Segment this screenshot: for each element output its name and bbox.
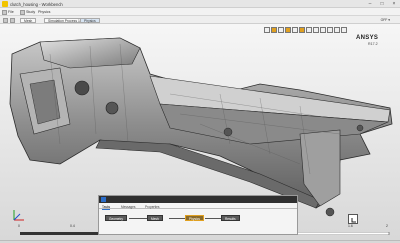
back-icon[interactable] — [3, 17, 8, 23]
flow-connector — [205, 218, 221, 219]
menu-item-study[interactable]: Study — [26, 10, 35, 15]
toolbar-dropdown[interactable]: OFF ▾ — [381, 18, 390, 23]
scale-label: 0 — [18, 224, 20, 228]
panel-header — [99, 196, 297, 203]
breadcrumb-physics[interactable]: Physics — [80, 17, 100, 23]
breadcrumb: Mesh Simulation Process 1 Physics OFF ▾ — [0, 16, 400, 24]
tab-messages[interactable]: Messages — [121, 205, 136, 209]
flow-step-geometry[interactable]: Geometry — [105, 215, 127, 221]
title-bar: clutch_housing - Workbench – □ × — [0, 0, 400, 8]
flow-step-mesh[interactable]: Mesh — [147, 215, 163, 221]
scale-label: 0.4 — [70, 224, 75, 228]
panel-tabs: Tasks Messages Properties — [99, 204, 297, 210]
menu-bar: File Study Physics — [0, 8, 400, 16]
breadcrumb-mesh[interactable]: Mesh — [20, 17, 37, 23]
minimize-icon[interactable]: – — [366, 1, 374, 7]
tab-tasks[interactable]: Tasks — [102, 205, 111, 210]
grow-icon[interactable] — [348, 214, 358, 224]
app-icon — [2, 1, 8, 7]
scale-label: 2 — [386, 224, 388, 228]
panel-menu-icon[interactable] — [101, 197, 106, 202]
maximize-icon[interactable]: □ — [378, 1, 386, 7]
window-controls: – □ × — [366, 1, 398, 7]
flow-step-physics[interactable]: Physics — [185, 215, 204, 221]
triad-icon — [13, 210, 24, 221]
flow-connector — [129, 218, 147, 219]
menu-item-file[interactable]: File — [8, 10, 14, 15]
close-icon[interactable]: × — [390, 1, 398, 7]
study-icon[interactable] — [20, 9, 25, 15]
flow-connector — [169, 218, 185, 219]
process-panel: Tasks Messages Properties Geometry Mesh … — [98, 195, 298, 235]
flow-step-results[interactable]: Results — [221, 215, 240, 221]
window-title: clutch_housing - Workbench — [10, 1, 63, 7]
tab-properties[interactable]: Properties — [145, 205, 160, 209]
breadcrumb-simulation-process[interactable]: Simulation Process 1 — [44, 17, 84, 23]
menu-item-physics[interactable]: Physics — [38, 10, 50, 15]
file-icon[interactable] — [2, 9, 7, 15]
forward-icon[interactable] — [10, 17, 15, 23]
